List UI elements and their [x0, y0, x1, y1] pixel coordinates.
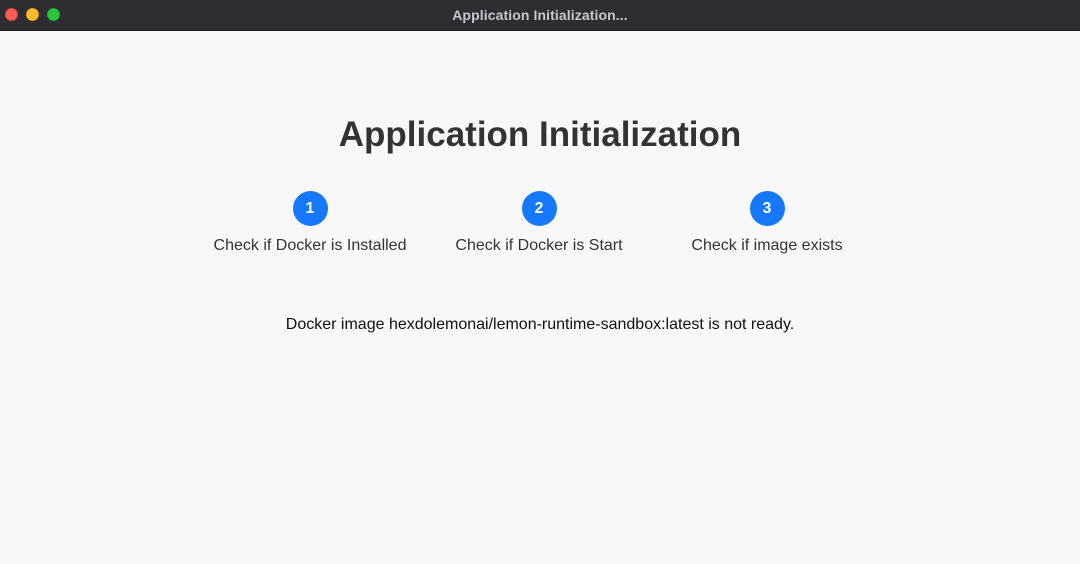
- step-number-badge: 2: [521, 191, 557, 226]
- step-number-badge: 3: [749, 191, 785, 226]
- main-content: Application Initialization 1 Check if Do…: [0, 31, 1080, 564]
- status-message: Docker image hexdolemonai/lemon-runtime-…: [285, 316, 795, 333]
- step-docker-installed: 1 Check if Docker is Installed: [210, 191, 410, 256]
- step-label: Check if Docker is Installed: [213, 237, 407, 254]
- step-number-badge: 1: [292, 191, 328, 226]
- page-title: Application Initialization: [338, 115, 742, 154]
- step-label: Check if Docker is Start: [455, 237, 623, 254]
- step-image-exists: 3 Check if image exists: [667, 191, 867, 256]
- window-title: Application Initialization...: [452, 7, 628, 23]
- steps-progress: 1 Check if Docker is Installed 2 Check i…: [0, 191, 1080, 281]
- step-docker-started: 2 Check if Docker is Start: [439, 191, 639, 256]
- app-window: Application Initialization... Applicatio…: [0, 0, 1080, 564]
- title-bar[interactable]: Application Initialization...: [0, 0, 1080, 31]
- step-label: Check if image exists: [691, 237, 843, 254]
